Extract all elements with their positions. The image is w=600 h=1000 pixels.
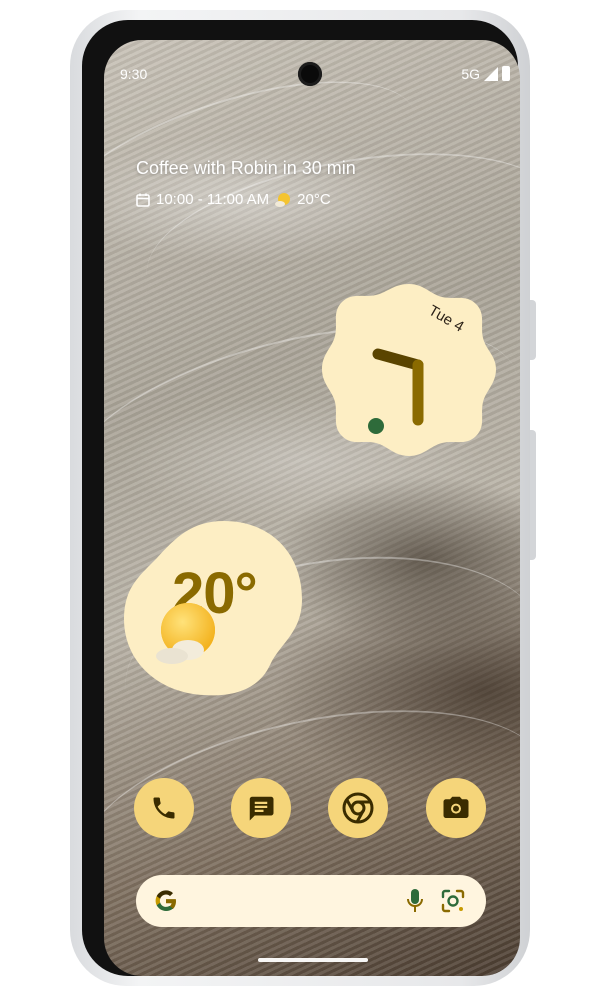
google-search-bar[interactable] xyxy=(136,875,486,927)
microphone-icon[interactable] xyxy=(406,888,424,914)
chrome-icon xyxy=(342,792,374,824)
messages-app-icon[interactable] xyxy=(231,778,291,838)
status-time: 9:30 xyxy=(120,66,148,82)
partly-cloudy-icon xyxy=(275,192,291,207)
phone-app-icon[interactable] xyxy=(134,778,194,838)
camera-app-icon[interactable] xyxy=(426,778,486,838)
clock-widget[interactable] xyxy=(320,280,498,458)
message-icon xyxy=(249,796,274,821)
power-button xyxy=(530,300,536,360)
lens-icon[interactable] xyxy=(440,888,466,914)
signal-icon xyxy=(484,67,498,81)
clock-second-dot xyxy=(368,418,384,434)
front-camera xyxy=(298,62,322,86)
glance-details[interactable]: 10:00 - 11:00 AM 20°C xyxy=(136,191,331,208)
clock-scalloped-shape xyxy=(322,284,496,456)
glance-event-time: 10:00 - 11:00 AM xyxy=(156,191,270,208)
phone-icon xyxy=(153,797,175,819)
camera-icon xyxy=(443,796,469,818)
gesture-nav-handle[interactable] xyxy=(258,958,368,962)
calendar-icon xyxy=(136,193,150,207)
bezel: 9:30 5G Coffee with Robin in 30 min 10:0… xyxy=(82,20,520,976)
network-indicator: 5G xyxy=(461,66,480,82)
glance-event-title[interactable]: Coffee with Robin in 30 min xyxy=(136,158,356,179)
volume-button xyxy=(530,430,536,560)
weather-sun-cloud-icon xyxy=(156,603,215,664)
glance-temperature: 20°C xyxy=(297,191,331,208)
home-screen: 9:30 5G Coffee with Robin in 30 min 10:0… xyxy=(104,40,520,976)
chrome-app-icon[interactable] xyxy=(328,778,388,838)
phone-device: 9:30 5G Coffee with Robin in 30 min 10:0… xyxy=(70,10,536,986)
battery-icon xyxy=(502,66,510,81)
google-g-icon[interactable] xyxy=(152,887,180,915)
